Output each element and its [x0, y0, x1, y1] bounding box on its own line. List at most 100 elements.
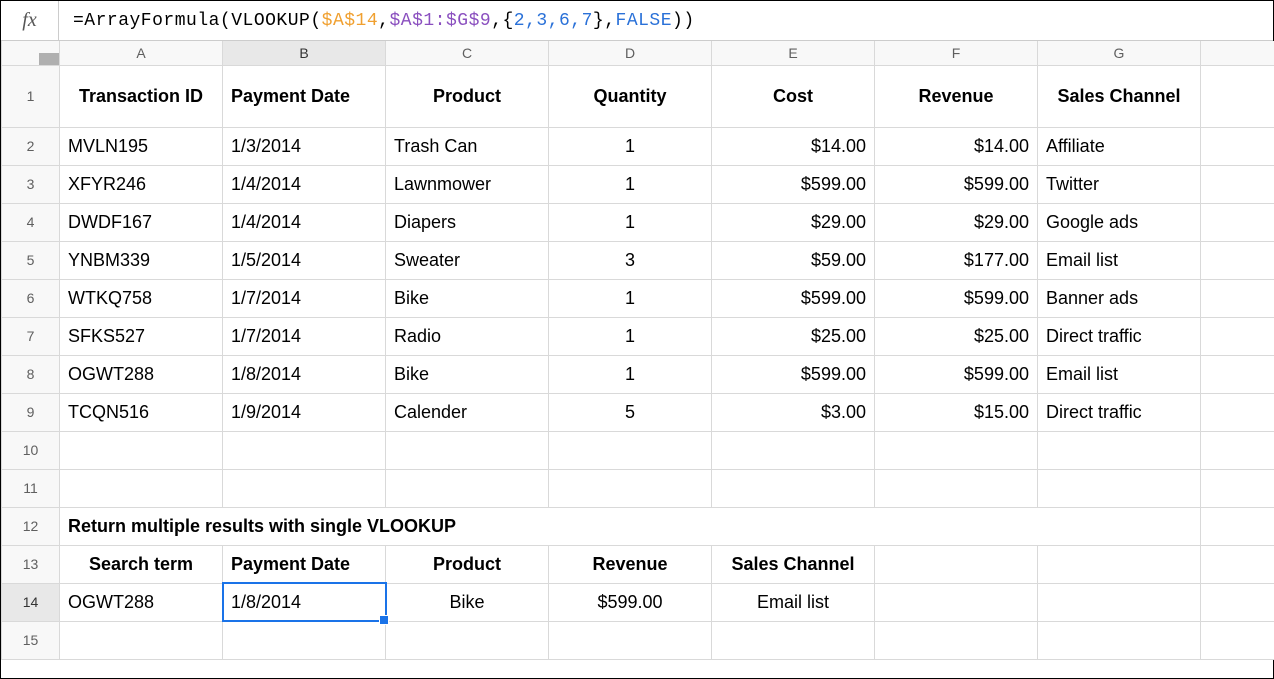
cell-f8[interactable]: $599.00: [875, 355, 1038, 393]
cell-f13[interactable]: [875, 545, 1038, 583]
cell-e2[interactable]: $14.00: [712, 127, 875, 165]
cell-c7[interactable]: Radio: [386, 317, 549, 355]
cell-e7[interactable]: $25.00: [712, 317, 875, 355]
cell-a8[interactable]: OGWT288: [60, 355, 223, 393]
cell-e14[interactable]: Email list: [712, 583, 875, 621]
cell-b3[interactable]: 1/4/2014: [223, 165, 386, 203]
cell-b4[interactable]: 1/4/2014: [223, 203, 386, 241]
cell-d6[interactable]: 1: [549, 279, 712, 317]
cell-b15[interactable]: [223, 621, 386, 659]
cell-c10[interactable]: [386, 431, 549, 469]
cell-h1[interactable]: [1201, 65, 1274, 127]
cell-f11[interactable]: [875, 469, 1038, 507]
cell-b11[interactable]: [223, 469, 386, 507]
cell-c15[interactable]: [386, 621, 549, 659]
row-header-4[interactable]: 4: [2, 203, 60, 241]
cell-g10[interactable]: [1038, 431, 1201, 469]
cell-a3[interactable]: XFYR246: [60, 165, 223, 203]
cell-c3[interactable]: Lawnmower: [386, 165, 549, 203]
formula-input[interactable]: =ArrayFormula(VLOOKUP($A$14,$A$1:$G$9,{2…: [59, 11, 1273, 31]
cell-h8[interactable]: [1201, 355, 1274, 393]
cell-h11[interactable]: [1201, 469, 1274, 507]
row-header-7[interactable]: 7: [2, 317, 60, 355]
header2-revenue[interactable]: Revenue: [549, 545, 712, 583]
header2-payment-date[interactable]: Payment Date: [223, 545, 386, 583]
cell-g5[interactable]: Email list: [1038, 241, 1201, 279]
cell-a5[interactable]: YNBM339: [60, 241, 223, 279]
cell-e15[interactable]: [712, 621, 875, 659]
cell-c11[interactable]: [386, 469, 549, 507]
row-header-1[interactable]: 1: [2, 65, 60, 127]
cell-f2[interactable]: $14.00: [875, 127, 1038, 165]
row-header-6[interactable]: 6: [2, 279, 60, 317]
cell-d8[interactable]: 1: [549, 355, 712, 393]
cell-g8[interactable]: Email list: [1038, 355, 1201, 393]
cell-a11[interactable]: [60, 469, 223, 507]
col-header-f[interactable]: F: [875, 41, 1038, 65]
cell-h13[interactable]: [1201, 545, 1274, 583]
row-header-8[interactable]: 8: [2, 355, 60, 393]
cell-a4[interactable]: DWDF167: [60, 203, 223, 241]
cell-c8[interactable]: Bike: [386, 355, 549, 393]
header-quantity[interactable]: Quantity: [549, 65, 712, 127]
row-header-3[interactable]: 3: [2, 165, 60, 203]
cell-e5[interactable]: $59.00: [712, 241, 875, 279]
cell-h12[interactable]: [1201, 507, 1274, 545]
cell-d10[interactable]: [549, 431, 712, 469]
row-header-2[interactable]: 2: [2, 127, 60, 165]
cell-d4[interactable]: 1: [549, 203, 712, 241]
cell-g13[interactable]: [1038, 545, 1201, 583]
cell-f6[interactable]: $599.00: [875, 279, 1038, 317]
cell-c4[interactable]: Diapers: [386, 203, 549, 241]
cell-c9[interactable]: Calender: [386, 393, 549, 431]
cell-h15[interactable]: [1201, 621, 1274, 659]
cell-e10[interactable]: [712, 431, 875, 469]
cell-b6[interactable]: 1/7/2014: [223, 279, 386, 317]
cell-a6[interactable]: WTKQ758: [60, 279, 223, 317]
cell-b7[interactable]: 1/7/2014: [223, 317, 386, 355]
cell-h10[interactable]: [1201, 431, 1274, 469]
row-header-15[interactable]: 15: [2, 621, 60, 659]
col-header-d[interactable]: D: [549, 41, 712, 65]
cell-h2[interactable]: [1201, 127, 1274, 165]
cell-g7[interactable]: Direct traffic: [1038, 317, 1201, 355]
header2-sales-channel[interactable]: Sales Channel: [712, 545, 875, 583]
cell-a7[interactable]: SFKS527: [60, 317, 223, 355]
cell-b9[interactable]: 1/9/2014: [223, 393, 386, 431]
cell-f9[interactable]: $15.00: [875, 393, 1038, 431]
cell-h6[interactable]: [1201, 279, 1274, 317]
cell-f7[interactable]: $25.00: [875, 317, 1038, 355]
cell-a9[interactable]: TCQN516: [60, 393, 223, 431]
cell-d2[interactable]: 1: [549, 127, 712, 165]
col-header-h[interactable]: [1201, 41, 1274, 65]
row-header-10[interactable]: 10: [2, 431, 60, 469]
header-transaction-id[interactable]: Transaction ID: [60, 65, 223, 127]
cell-b5[interactable]: 1/5/2014: [223, 241, 386, 279]
select-all-corner[interactable]: [2, 41, 60, 65]
cell-c2[interactable]: Trash Can: [386, 127, 549, 165]
header2-product[interactable]: Product: [386, 545, 549, 583]
header-product[interactable]: Product: [386, 65, 549, 127]
cell-d14[interactable]: $599.00: [549, 583, 712, 621]
cell-b8[interactable]: 1/8/2014: [223, 355, 386, 393]
cell-d11[interactable]: [549, 469, 712, 507]
cell-a2[interactable]: MVLN195: [60, 127, 223, 165]
cell-g14[interactable]: [1038, 583, 1201, 621]
cell-h5[interactable]: [1201, 241, 1274, 279]
cell-a15[interactable]: [60, 621, 223, 659]
col-header-c[interactable]: C: [386, 41, 549, 65]
cell-a10[interactable]: [60, 431, 223, 469]
cell-h4[interactable]: [1201, 203, 1274, 241]
cell-e6[interactable]: $599.00: [712, 279, 875, 317]
section-title[interactable]: Return multiple results with single VLOO…: [60, 507, 1201, 545]
header-cost[interactable]: Cost: [712, 65, 875, 127]
cell-h14[interactable]: [1201, 583, 1274, 621]
cell-g2[interactable]: Affiliate: [1038, 127, 1201, 165]
cell-h7[interactable]: [1201, 317, 1274, 355]
cell-g3[interactable]: Twitter: [1038, 165, 1201, 203]
cell-b2[interactable]: 1/3/2014: [223, 127, 386, 165]
cell-g6[interactable]: Banner ads: [1038, 279, 1201, 317]
cell-c5[interactable]: Sweater: [386, 241, 549, 279]
fx-icon[interactable]: fx: [1, 1, 59, 40]
cell-f15[interactable]: [875, 621, 1038, 659]
